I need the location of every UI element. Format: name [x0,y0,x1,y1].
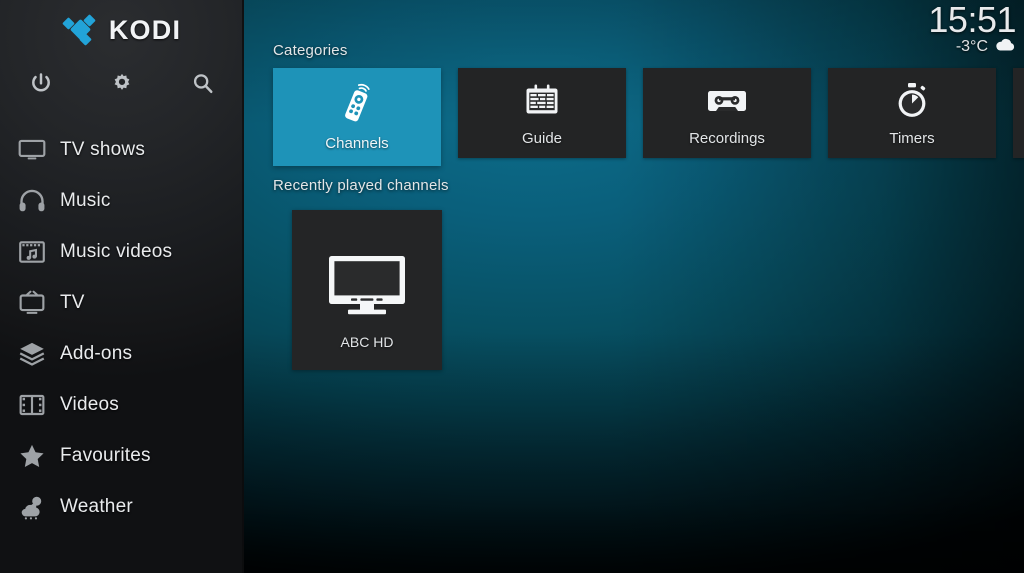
clock: 15:51 [928,0,1016,40]
sidebar-item-add-ons[interactable]: Add-ons [0,328,244,379]
film-strip-icon [8,390,56,420]
power-button[interactable] [0,62,81,106]
statusbar: 15:51 -3°C [928,0,1016,57]
sidebar-item-favourites[interactable]: Favourites [0,430,244,481]
category-tile-timers-overflow[interactable]: Tim [1013,68,1024,158]
sidebar-item-label: Music videos [60,240,173,262]
television-icon [8,288,56,318]
category-tile-timers[interactable]: Timers [828,68,996,158]
sidebar-item-label: TV shows [60,138,146,160]
categories-label: Categories [273,42,348,59]
sidebar: KODI TV shows Music Music videos TV Add-… [0,0,244,573]
sidebar-item-label: Favourites [60,444,151,466]
recently-played-label: Recently played channels [273,177,449,194]
app-logo[interactable]: KODI [0,8,244,52]
stopwatch-icon [1013,80,1024,122]
category-tile-recordings[interactable]: Recordings [643,68,811,158]
category-tile-label: Channels [325,135,389,152]
star-icon [8,441,56,471]
sidebar-item-music[interactable]: Music [0,175,244,226]
categories-row: Channels Guide Recordings Timers [273,68,1024,166]
channel-tile-abc-hd[interactable]: ABC HD [292,210,442,370]
flatscreen-tv-icon [292,250,442,320]
category-tile-channels[interactable]: Channels [273,68,441,166]
calendar-grid-icon [458,80,626,122]
box-icon [8,339,56,369]
gear-icon [109,71,135,97]
sidebar-menu: TV shows Music Music videos TV Add-ons V… [0,124,244,532]
sidebar-item-label: Videos [60,393,119,415]
power-icon [28,71,54,97]
sidebar-item-label: TV [60,291,85,313]
weather-status: -3°C [928,37,1016,57]
headphones-icon [8,186,56,216]
cassette-tape-icon [643,80,811,122]
temperature-label: -3°C [955,38,988,55]
sidebar-item-tv[interactable]: TV [0,277,244,328]
sidebar-item-label: Music [60,189,111,211]
sidebar-item-tv-shows[interactable]: TV shows [0,124,244,175]
category-tile-label: Tim [1013,130,1024,147]
quick-actions [0,62,244,106]
settings-button[interactable] [81,62,162,106]
category-tile-label: Timers [889,130,935,147]
film-music-icon [8,237,56,267]
remote-control-icon [273,81,441,127]
sidebar-item-label: Weather [60,495,133,517]
recently-played-row: ABC HD [292,210,442,370]
search-button[interactable] [163,62,244,106]
app-name: KODI [108,14,182,45]
category-tile-label: Recordings [689,130,765,147]
sidebar-item-label: Add-ons [60,342,133,364]
stopwatch-icon [828,80,996,122]
search-icon [190,71,216,97]
sidebar-item-weather[interactable]: Weather [0,481,244,532]
sidebar-item-music-videos[interactable]: Music videos [0,226,244,277]
monitor-icon [8,135,56,165]
cloud-icon [994,37,1016,57]
main-content: Categories Channels Guide Recordings Tim… [244,0,1024,573]
weather-cloud-sun-rain-icon [8,492,56,522]
channel-tile-label: ABC HD [340,334,394,350]
sidebar-item-videos[interactable]: Videos [0,379,244,430]
kodi-logo-icon [61,13,97,47]
category-tile-guide[interactable]: Guide [458,68,626,158]
category-tile-label: Guide [521,130,563,147]
